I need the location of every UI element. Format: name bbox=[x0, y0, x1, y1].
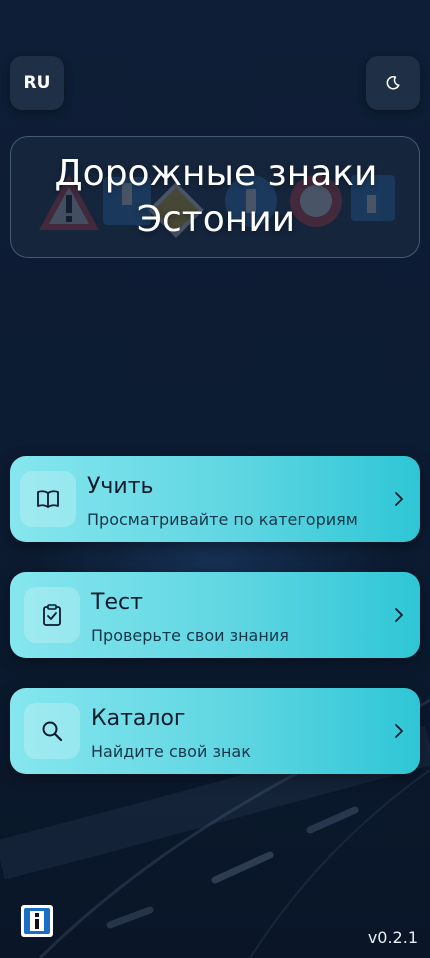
info-sign-icon[interactable] bbox=[20, 904, 54, 938]
catalog-subtitle: Найдите свой знак bbox=[91, 742, 251, 761]
page-title: Дорожные знаки Эстонии bbox=[54, 153, 378, 240]
moon-icon bbox=[386, 76, 400, 90]
theme-toggle-button[interactable] bbox=[366, 56, 420, 110]
version-label: v0.2.1 bbox=[367, 928, 418, 947]
test-button[interactable]: Тест Проверьте свои знания bbox=[10, 572, 420, 658]
learn-button[interactable]: Учить Просматривайте по категориям bbox=[10, 456, 420, 542]
catalog-title: Каталог bbox=[91, 706, 186, 731]
catalog-icon-box bbox=[24, 703, 80, 759]
chevron-right-icon bbox=[395, 608, 403, 622]
test-icon-box bbox=[24, 587, 80, 643]
language-button[interactable]: RU bbox=[10, 56, 64, 110]
chevron-right-icon bbox=[395, 492, 403, 506]
learn-icon-box bbox=[20, 471, 76, 527]
test-title: Тест bbox=[91, 590, 143, 615]
catalog-button[interactable]: Каталог Найдите свой знак bbox=[10, 688, 420, 774]
chevron-right-icon bbox=[395, 724, 403, 738]
learn-subtitle: Просматривайте по категориям bbox=[87, 510, 358, 529]
test-subtitle: Проверьте свои знания bbox=[91, 626, 289, 645]
book-icon bbox=[37, 490, 59, 508]
search-icon bbox=[42, 721, 63, 742]
title-card: Дорожные знаки Эстонии bbox=[10, 136, 420, 258]
clipboard-check-icon bbox=[43, 604, 61, 626]
language-label: RU bbox=[23, 73, 51, 93]
learn-title: Учить bbox=[87, 474, 154, 499]
